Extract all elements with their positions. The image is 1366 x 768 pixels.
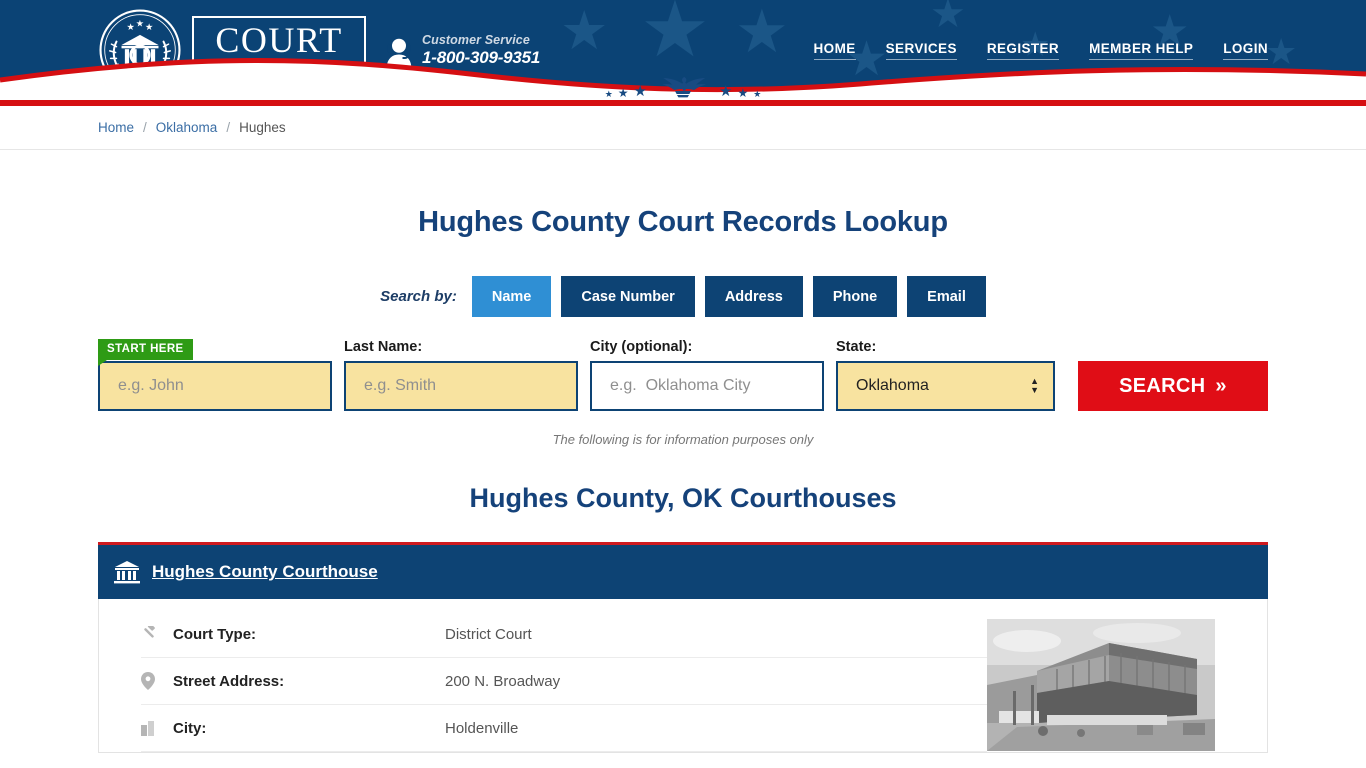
- first-name-input[interactable]: [98, 361, 332, 411]
- courthouse-card-body: Court Type: District Court Street Addres…: [98, 599, 1268, 753]
- start-here-badge: START HERE: [98, 339, 193, 366]
- search-by-label: Search by:: [380, 288, 457, 305]
- courthouse-title-link[interactable]: Hughes County Courthouse: [152, 562, 378, 582]
- double-chevron-icon: »: [1215, 374, 1227, 397]
- last-name-label: Last Name:: [344, 339, 423, 355]
- detail-value: Holdenville: [445, 719, 519, 737]
- courthouse-building-photo: [987, 619, 1215, 751]
- city-field-group: City (optional):: [590, 339, 824, 411]
- last-name-field-group: Last Name:: [344, 339, 578, 411]
- breadcrumb-item-hughes: Hughes: [239, 120, 286, 135]
- search-button[interactable]: SEARCH »: [1078, 361, 1268, 411]
- state-selected-value: Oklahoma: [856, 377, 929, 394]
- section-title: Hughes County, OK Courthouses: [469, 483, 897, 513]
- state-select[interactable]: Oklahoma ▲ ▼: [836, 361, 1055, 411]
- breadcrumb-bar: Home / Oklahoma / Hughes: [0, 106, 1366, 150]
- detail-label: Street Address:: [173, 672, 285, 690]
- detail-label: City:: [173, 719, 207, 737]
- city-icon: [141, 720, 173, 736]
- stepper-arrows-icon[interactable]: ▲ ▼: [1030, 376, 1039, 394]
- breadcrumb-separator: /: [226, 120, 231, 135]
- table-row: City: Holdenville: [141, 705, 987, 752]
- svg-text:★: ★: [145, 22, 153, 33]
- courthouse-card-header: Hughes County Courthouse: [98, 545, 1268, 599]
- logo-title: COURT: [215, 20, 343, 60]
- detail-value: District Court: [445, 625, 532, 643]
- bank-columns-icon: [114, 561, 140, 584]
- tab-address[interactable]: Address: [704, 276, 803, 317]
- tab-name[interactable]: Name: [471, 276, 552, 317]
- search-button-label: SEARCH: [1119, 374, 1206, 397]
- breadcrumb-item-home[interactable]: Home: [98, 120, 134, 135]
- gavel-icon: [141, 625, 173, 643]
- patriotic-wave-divider: [0, 58, 1366, 100]
- courthouse-card: Hughes County Courthouse Court Type: Dis…: [98, 542, 1268, 753]
- state-label: State:: [836, 339, 877, 355]
- city-input[interactable]: [590, 361, 824, 411]
- courthouse-photo-column: [987, 599, 1267, 752]
- courthouse-photo[interactable]: [987, 619, 1215, 751]
- tab-case-number[interactable]: Case Number: [561, 276, 695, 317]
- breadcrumb: Home / Oklahoma / Hughes: [98, 120, 286, 135]
- city-label: City (optional):: [590, 339, 693, 355]
- last-name-input[interactable]: [344, 361, 578, 411]
- site-header: ★ ★ ★ ★ ★ ★ ★ ★ ★ ★ ★ COURT Customer Ser…: [0, 0, 1366, 100]
- svg-text:★: ★: [136, 18, 144, 29]
- detail-label: Court Type:: [173, 625, 257, 643]
- breadcrumb-separator: /: [143, 120, 147, 135]
- table-row: Street Address: 200 N. Broadway: [141, 658, 987, 705]
- search-form: START HERE First Name: Last Name: City (…: [0, 339, 1366, 411]
- table-row: Court Type: District Court: [141, 611, 987, 658]
- tab-phone[interactable]: Phone: [812, 276, 898, 317]
- breadcrumb-item-oklahoma[interactable]: Oklahoma: [156, 120, 218, 135]
- state-field-group: State: Oklahoma ▲ ▼: [836, 339, 1055, 411]
- svg-text:★: ★: [127, 22, 135, 33]
- customer-service-label: Customer Service: [422, 33, 530, 47]
- map-pin-icon: [141, 672, 173, 690]
- courthouse-detail-rows: Court Type: District Court Street Addres…: [99, 599, 987, 752]
- detail-value: 200 N. Broadway: [445, 672, 561, 690]
- page-title: Hughes County Court Records Lookup: [418, 206, 948, 238]
- search-by-tabs: Search by: Name Case Number Address Phon…: [0, 276, 1366, 317]
- tab-email[interactable]: Email: [907, 276, 986, 317]
- disclaimer-text: The following is for information purpose…: [552, 432, 814, 447]
